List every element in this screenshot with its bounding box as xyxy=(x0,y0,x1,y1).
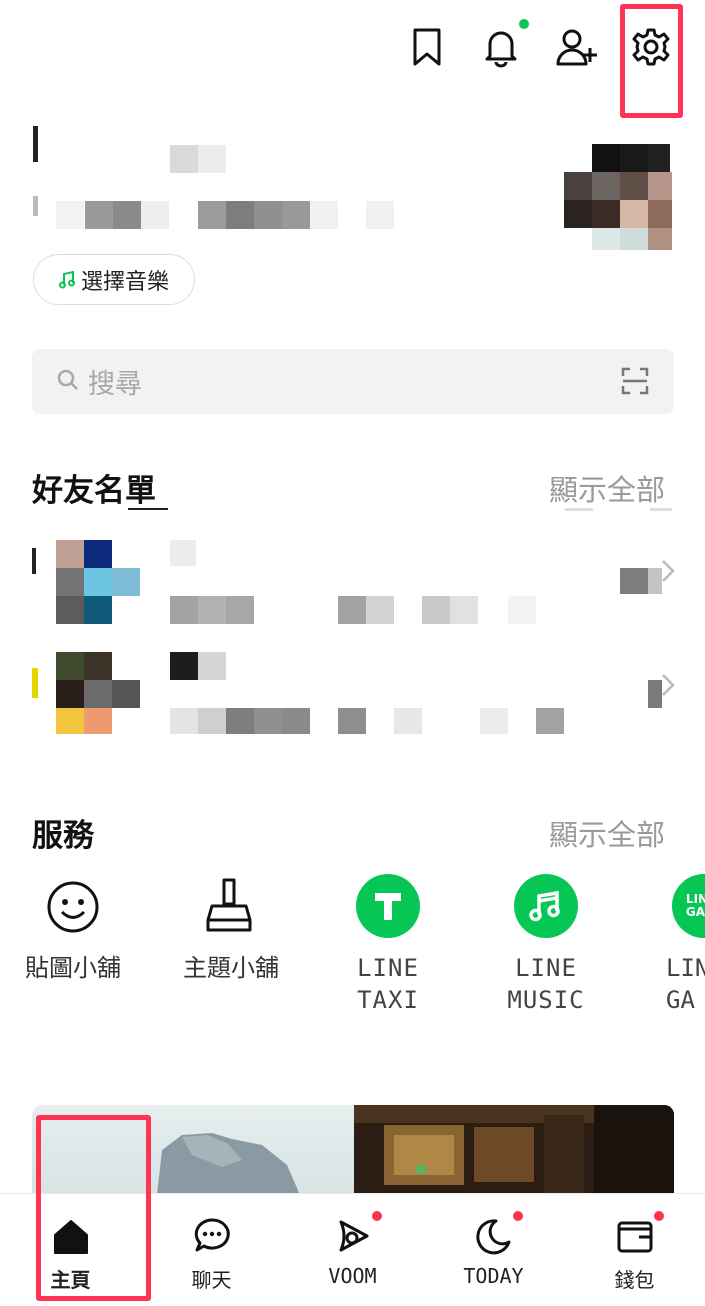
services-show-all-link[interactable]: 顯示全部 xyxy=(549,812,665,854)
wallet-icon xyxy=(613,1214,657,1258)
tab-label: 聊天 xyxy=(191,1268,232,1292)
today-badge xyxy=(513,1211,523,1221)
bell-icon xyxy=(485,31,517,68)
scan-icon[interactable] xyxy=(620,366,650,396)
service-label: 貼圖小舖 xyxy=(25,954,121,982)
service-label: TAXI xyxy=(357,986,419,1014)
tab-wallet[interactable]: 錢包 xyxy=(564,1194,705,1306)
select-music-button[interactable]: 選擇音樂 xyxy=(33,254,195,305)
search-icon xyxy=(57,369,78,390)
pixel-fragment xyxy=(650,508,672,511)
service-label: GA xyxy=(666,986,695,1014)
tab-today[interactable]: TODAY xyxy=(423,1194,564,1306)
voom-icon xyxy=(331,1214,375,1258)
brush-icon xyxy=(206,878,252,932)
chevron-right-icon xyxy=(662,674,675,696)
line-games-icon: LIN GA xyxy=(672,874,705,938)
tab-label: VOOM xyxy=(328,1264,377,1288)
profile-status-blur xyxy=(85,201,113,229)
friends-section-title: 好友名單 xyxy=(32,473,156,509)
chevron-right-icon xyxy=(662,560,675,582)
today-icon xyxy=(472,1214,516,1258)
profile-status-blur xyxy=(56,201,84,229)
tab-label: 錢包 xyxy=(614,1268,655,1292)
profile-name-fragment xyxy=(33,126,38,162)
search-placeholder: 搜尋 xyxy=(88,369,142,400)
add-friend-icon xyxy=(556,29,597,66)
service-label: MUSIC xyxy=(507,986,585,1014)
profile-status-blur xyxy=(113,201,141,229)
profile-status-fragment xyxy=(33,196,38,216)
friend-name-blur xyxy=(170,540,196,566)
bookmark-button[interactable] xyxy=(402,22,452,72)
line-taxi-icon xyxy=(356,874,420,938)
add-friend-button[interactable] xyxy=(552,22,602,72)
title-underline xyxy=(128,508,168,510)
line-music-icon xyxy=(514,874,578,938)
settings-highlight-box xyxy=(620,4,683,118)
profile-status-blur xyxy=(226,201,254,229)
music-note-icon xyxy=(58,270,75,288)
service-label: LIN xyxy=(666,954,705,982)
profile-status-blur xyxy=(310,201,338,229)
bookmark-icon xyxy=(413,28,441,66)
tab-voom[interactable]: VOOM xyxy=(282,1194,423,1306)
profile-status-blur xyxy=(366,201,394,229)
notification-dot xyxy=(519,19,529,29)
tab-chat[interactable]: 聊天 xyxy=(141,1194,282,1306)
tab-label: TODAY xyxy=(463,1264,524,1288)
profile-status-blur xyxy=(254,201,282,229)
home-tab-highlight-box xyxy=(36,1115,151,1301)
wallet-badge xyxy=(654,1211,664,1221)
profile-status-blur xyxy=(141,201,169,229)
chat-icon xyxy=(190,1214,234,1258)
banner-image-interior xyxy=(354,1105,674,1195)
service-label: LINE xyxy=(357,954,419,982)
profile-name-blur xyxy=(198,145,226,173)
notifications-button[interactable] xyxy=(476,22,526,72)
services-section-title: 服務 xyxy=(32,818,94,854)
profile-name-blur xyxy=(170,145,198,173)
service-label: LINE xyxy=(515,954,577,982)
profile-status-blur xyxy=(198,201,226,229)
pixel-fragment xyxy=(565,508,593,511)
voom-badge xyxy=(372,1211,382,1221)
select-music-label: 選擇音樂 xyxy=(80,269,169,295)
smiley-icon xyxy=(47,881,99,933)
friends-show-all-link[interactable]: 顯示全部 xyxy=(549,467,665,509)
service-label: 主題小舖 xyxy=(183,954,279,982)
profile-status-blur xyxy=(282,201,310,229)
